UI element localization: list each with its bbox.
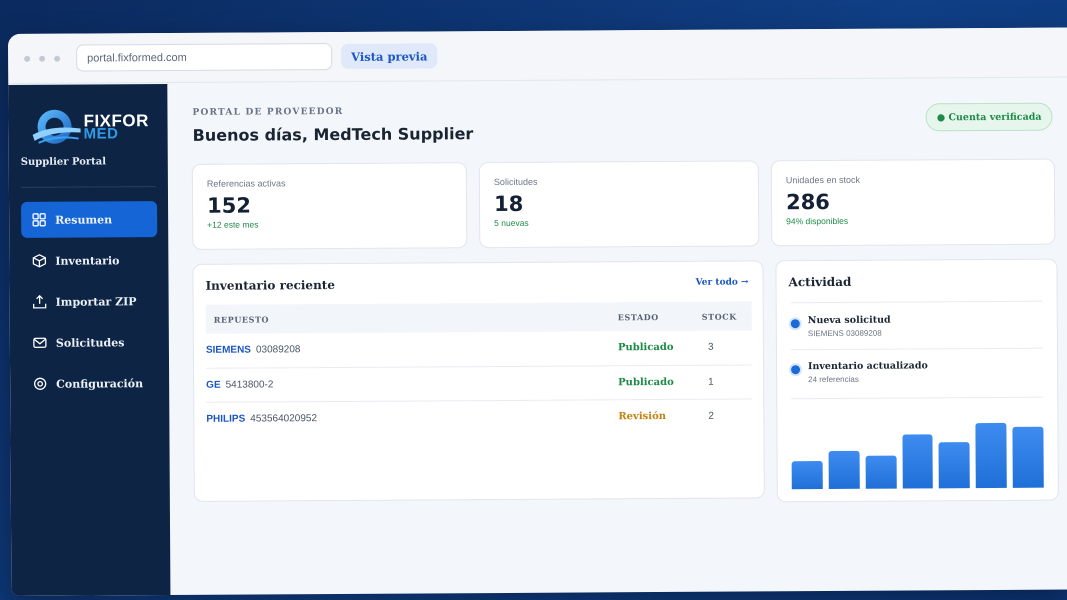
sidebar-item-resumen[interactable]: Resumen xyxy=(21,201,158,238)
address-bar-text: portal.fixformed.com xyxy=(87,51,187,65)
sidebar-item-label: Inventario xyxy=(55,253,120,268)
activity-item-title: Nueva solicitud xyxy=(807,314,891,327)
browser-toolbar: portal.fixformed.com Vista previa xyxy=(8,27,1067,84)
activity-title: Actividad xyxy=(788,274,852,290)
activity-bar xyxy=(975,422,1007,489)
sidebar: FIXFOR MED Supplier Portal Resumen Inven… xyxy=(8,84,171,596)
column-header-stock[interactable]: STOCK xyxy=(702,301,752,330)
activity-bar xyxy=(902,434,934,489)
table-header-row: REPUESTO ESTADO STOCK xyxy=(205,301,752,334)
upload-icon xyxy=(32,294,47,309)
part-brand: SIEMENS xyxy=(205,344,251,357)
table-row[interactable]: PHILIPS 453564020952 Revisión 2 xyxy=(206,398,752,435)
table-row[interactable]: GE 5413800-2 Publicado 1 xyxy=(206,364,753,402)
table-row[interactable]: SIEMENS 03089208 Publicado 3 xyxy=(205,330,753,368)
inventory-card: Inventario reciente Ver todo → REPUESTO … xyxy=(192,260,765,502)
stat-card-solicitudes: Solicitudes 18 5 nuevas xyxy=(478,160,760,249)
activity-item[interactable]: Nueva solicitud SIEMENS 03089208 xyxy=(790,313,1043,361)
part-brand: PHILIPS xyxy=(206,413,246,425)
sidebar-item-label: Resumen xyxy=(55,212,113,227)
sidebar-item-configuracion[interactable]: Configuración xyxy=(22,365,158,402)
sidebar-item-label: Configuración xyxy=(56,376,144,391)
portal-label: Supplier Portal xyxy=(20,156,107,168)
activity-item[interactable]: Inventario actualizado 24 referencias xyxy=(791,359,1043,407)
inventory-table: REPUESTO ESTADO STOCK SIEMENS 03089208 Pu… xyxy=(205,301,753,435)
window-dot-close[interactable] xyxy=(24,55,31,62)
activity-bar xyxy=(828,450,860,489)
window-dot-maximize[interactable] xyxy=(54,55,61,62)
sidebar-item-inventario[interactable]: Inventario xyxy=(21,242,157,279)
mail-icon xyxy=(33,337,47,348)
status-badge: Revisión xyxy=(618,410,667,423)
column-header-estado[interactable]: ESTADO xyxy=(618,302,702,332)
gear-icon xyxy=(33,377,47,390)
stock-value: 3 xyxy=(707,341,714,353)
page-title: Buenos días, MedTech Supplier xyxy=(192,124,474,145)
stat-value: 18 xyxy=(493,191,524,217)
sidebar-item-solicitudes[interactable]: Solicitudes xyxy=(22,324,158,361)
stat-value: 152 xyxy=(206,193,251,218)
stat-card-referencias: Referencias activas 152 +12 este mes xyxy=(191,162,468,250)
page-eyebrow: PORTAL DE PROVEEDOR xyxy=(192,106,344,118)
box-icon xyxy=(32,254,47,268)
address-bar[interactable]: portal.fixformed.com xyxy=(76,43,333,72)
logo-emblem-icon xyxy=(32,109,81,144)
status-badge: Publicado xyxy=(618,376,674,388)
stat-label: Solicitudes xyxy=(493,176,538,188)
browser-window: portal.fixformed.com Vista previa FIXFOR xyxy=(8,27,1067,596)
sidebar-item-importar-zip[interactable]: Importar ZIP xyxy=(22,283,158,320)
stat-value: 286 xyxy=(785,189,830,215)
stat-subtext: +12 este mes xyxy=(207,219,259,230)
activity-bar xyxy=(791,461,823,490)
activity-item-title: Inventario actualizado xyxy=(808,360,928,373)
stat-subtext: 5 nuevas xyxy=(494,217,529,229)
fixformed-logo: FIXFOR MED xyxy=(30,104,150,150)
activity-item-subtitle: 24 referencias xyxy=(808,374,859,385)
activity-bar xyxy=(865,455,897,489)
stock-value: 2 xyxy=(708,410,714,422)
status-badge: Publicado xyxy=(617,342,674,354)
sidebar-nav: Resumen Inventario Importar ZIP Solicitu… xyxy=(21,201,158,407)
part-number: 453564020952 xyxy=(250,412,318,425)
activity-card: Actividad Nueva solicitud SIEMENS 030892… xyxy=(775,258,1059,503)
stat-subtext: 94% disponibles xyxy=(786,215,849,227)
stat-label: Referencias activas xyxy=(206,178,286,189)
window-dot-minimize[interactable] xyxy=(39,55,46,62)
sidebar-divider xyxy=(20,186,156,188)
sidebar-item-label: Solicitudes xyxy=(55,335,125,350)
window-controls xyxy=(24,55,61,62)
preview-button[interactable]: Vista previa xyxy=(341,43,438,69)
part-brand: GE xyxy=(206,379,221,391)
stat-label: Unidades en stock xyxy=(785,174,860,186)
sidebar-item-label: Importar ZIP xyxy=(55,294,137,309)
part-number: 03089208 xyxy=(255,344,301,356)
activity-bullet-icon xyxy=(790,319,800,329)
activity-item-subtitle: SIEMENS 03089208 xyxy=(807,328,882,339)
activity-divider xyxy=(790,300,1043,304)
main-content: PORTAL DE PROVEEDOR Buenos días, MedTech… xyxy=(167,79,1067,595)
see-all-link[interactable]: Ver todo → xyxy=(696,277,749,287)
activity-bullet-icon xyxy=(791,365,801,375)
inventory-title: Inventario reciente xyxy=(205,278,336,293)
activity-bar-chart xyxy=(791,418,1044,490)
activity-bar xyxy=(938,442,971,489)
stock-value: 1 xyxy=(708,376,714,388)
column-header-repuesto[interactable]: REPUESTO xyxy=(206,302,618,334)
activity-bar xyxy=(1012,426,1044,488)
stat-card-stock: Unidades en stock 286 94% disponibles xyxy=(770,158,1056,247)
verified-status-badge: ● Cuenta verificada xyxy=(925,102,1053,132)
grid-icon xyxy=(32,213,46,227)
part-number: 5413800-2 xyxy=(225,378,274,391)
